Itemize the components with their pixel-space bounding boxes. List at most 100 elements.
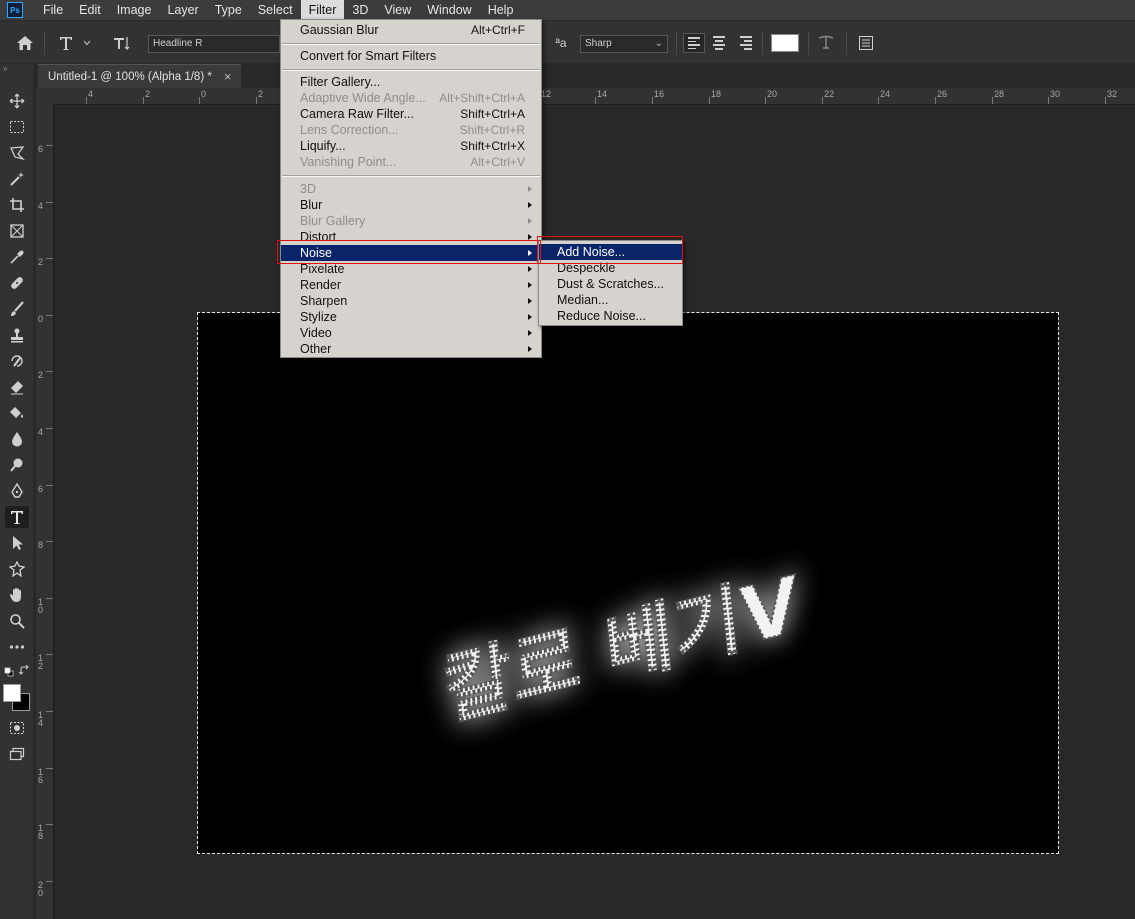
menu-item-render[interactable]: Render [281, 277, 541, 293]
history-brush-tool-icon[interactable] [5, 350, 29, 372]
ruler-tick [992, 97, 993, 104]
dodge-tool-icon[interactable] [5, 454, 29, 476]
menu-item-shortcut: Shift+Ctrl+A [460, 107, 525, 121]
align-right-button[interactable] [734, 33, 756, 53]
menu-item-blur-gallery: Blur Gallery [281, 213, 541, 229]
menu-file[interactable]: File [35, 0, 71, 20]
menu-view[interactable]: View [376, 0, 419, 20]
menu-item-convert-smart-filters[interactable]: Convert for Smart Filters [281, 48, 541, 64]
menu-item-shortcut: Shift+Ctrl+X [460, 139, 525, 153]
menu-window[interactable]: Window [419, 0, 479, 20]
menu-item-reduce-noise[interactable]: Reduce Noise... [539, 308, 682, 324]
menu-edit[interactable]: Edit [71, 0, 109, 20]
lasso-tool-icon[interactable] [5, 142, 29, 164]
collapse-icon[interactable]: » [3, 64, 7, 73]
foreground-color-swatch[interactable] [3, 684, 21, 702]
ruler-label: 2 [38, 370, 44, 380]
ruler-tick [46, 485, 53, 486]
close-icon[interactable]: × [224, 69, 232, 84]
text-orientation-icon[interactable] [110, 21, 134, 65]
ruler-label: 16 [654, 89, 665, 99]
ruler-label: 12 [38, 653, 44, 671]
menu-item-sharpen[interactable]: Sharpen [281, 293, 541, 309]
menu-separator [282, 175, 540, 177]
home-icon[interactable] [12, 21, 38, 65]
brush-tool-icon[interactable] [5, 298, 29, 320]
menu-layer[interactable]: Layer [159, 0, 206, 20]
submenu-arrow-icon [528, 282, 532, 288]
menu-item-camera-raw-filter[interactable]: Camera Raw Filter... Shift+Ctrl+A [281, 106, 541, 122]
ruler-label: 26 [937, 89, 948, 99]
photoshop-logo[interactable]: Ps [7, 2, 23, 18]
menu-item-stylize[interactable]: Stylize [281, 309, 541, 325]
document-canvas[interactable]: 칼로 베기V 칼로 베기V [197, 312, 1059, 854]
annotation-box-noise [277, 240, 541, 264]
menu-item-3d: 3D [281, 181, 541, 197]
swap-colors-icon[interactable] [18, 664, 30, 679]
hand-tool-icon[interactable] [5, 584, 29, 606]
warp-text-icon[interactable] [814, 21, 838, 65]
marquee-tool-icon[interactable] [5, 116, 29, 138]
quick-mask-icon[interactable] [5, 717, 29, 739]
default-colors-icon[interactable] [4, 666, 14, 680]
menu-help[interactable]: Help [480, 0, 522, 20]
custom-shape-tool-icon[interactable] [5, 558, 29, 580]
frame-tool-icon[interactable] [5, 220, 29, 242]
chevron-down-icon: ⌄ [654, 38, 663, 49]
menu-3d[interactable]: 3D [344, 0, 376, 20]
ruler-tick [935, 97, 936, 104]
menu-item-liquify[interactable]: Liquify... Shift+Ctrl+X [281, 138, 541, 154]
magic-wand-tool-icon[interactable] [5, 168, 29, 190]
menu-item-label: Blur Gallery [300, 214, 366, 228]
canvas-text[interactable]: 칼로 베기V [439, 559, 804, 738]
canvas-area[interactable]: 칼로 베기V 칼로 베기V [54, 105, 1135, 919]
menu-filter[interactable]: Filter [300, 0, 345, 20]
paint-bucket-tool-icon[interactable] [5, 402, 29, 424]
menu-item-blur[interactable]: Blur [281, 197, 541, 213]
crop-tool-icon[interactable] [5, 194, 29, 216]
menu-image[interactable]: Image [109, 0, 160, 20]
ruler-tick [1105, 97, 1106, 104]
healing-brush-tool-icon[interactable] [5, 272, 29, 294]
ruler-origin[interactable] [36, 88, 54, 105]
blur-tool-icon[interactable] [5, 428, 29, 450]
align-center-button[interactable] [708, 33, 730, 53]
ruler-tick [46, 258, 53, 259]
pen-tool-icon[interactable] [5, 480, 29, 502]
ruler-label: 0 [38, 314, 44, 324]
type-tool-preset-picker[interactable] [56, 21, 96, 65]
eraser-tool-icon[interactable] [5, 376, 29, 398]
menu-item-other[interactable]: Other [281, 341, 541, 357]
ruler-tick [46, 145, 53, 146]
vertical-ruler[interactable]: 6 4 2 0 2 4 6 8 10 12 14 16 18 20 [36, 105, 54, 919]
clone-stamp-tool-icon[interactable] [5, 324, 29, 346]
path-selection-tool-icon[interactable] [5, 532, 29, 554]
ruler-tick [1048, 97, 1049, 104]
align-left-button[interactable] [683, 33, 705, 53]
anti-alias-select[interactable]: Sharp ⌄ [580, 35, 668, 53]
document-tab[interactable]: Untitled-1 @ 100% (Alpha 1/8) * × [38, 64, 242, 88]
text-color-swatch[interactable] [771, 34, 799, 52]
font-family-field[interactable]: Headline R [148, 35, 280, 53]
menu-item-gaussian-blur[interactable]: Gaussian Blur Alt+Ctrl+F [281, 22, 541, 38]
menu-item-dust-scratches[interactable]: Dust & Scratches... [539, 276, 682, 292]
move-tool-icon[interactable] [5, 90, 29, 112]
character-panel-icon[interactable] [854, 21, 878, 65]
submenu-arrow-icon [528, 346, 532, 352]
zoom-tool-icon[interactable] [5, 610, 29, 632]
horizontal-ruler[interactable]: 4 2 0 2 4 6 8 10 12 14 16 18 20 22 24 26… [54, 88, 1135, 105]
screen-mode-icon[interactable] [5, 743, 29, 765]
type-tool-icon[interactable] [5, 506, 29, 528]
menu-item-median[interactable]: Median... [539, 292, 682, 308]
ruler-label: 8 [38, 540, 44, 550]
ruler-label: 18 [38, 823, 44, 841]
menu-select[interactable]: Select [250, 0, 301, 20]
divider [846, 31, 847, 55]
menu-item-filter-gallery[interactable]: Filter Gallery... [281, 74, 541, 90]
menu-type[interactable]: Type [207, 0, 250, 20]
eyedropper-tool-icon[interactable] [5, 246, 29, 268]
menu-item-video[interactable]: Video [281, 325, 541, 341]
submenu-arrow-icon [528, 266, 532, 272]
more-tools-icon[interactable] [5, 636, 29, 658]
ruler-label: 14 [38, 710, 44, 728]
